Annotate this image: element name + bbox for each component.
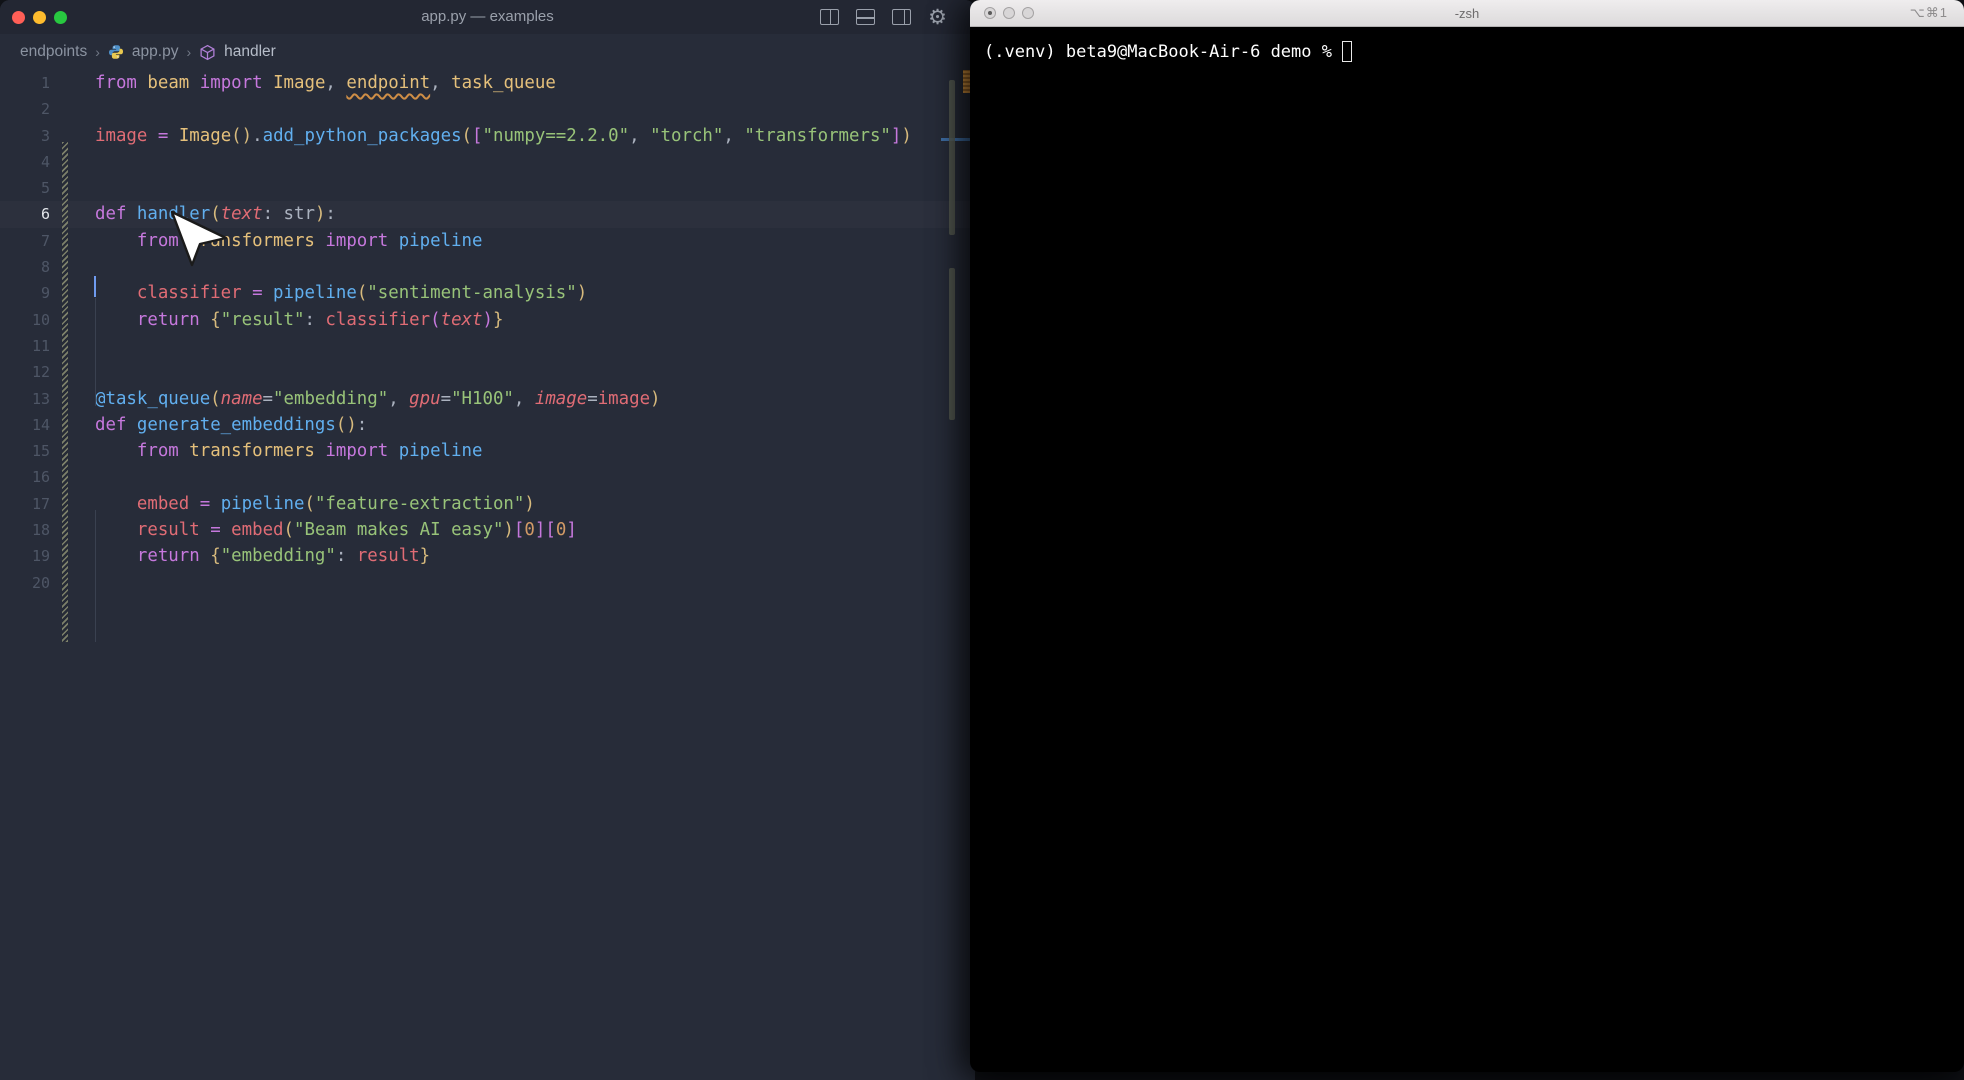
terminal-body[interactable]: (.venv) beta9@MacBook-Air-6 demo % [970,27,1964,62]
code-line-content: from transformers import pipeline [95,228,482,254]
overview-ruler-cursor-tick [941,138,973,141]
code-line[interactable]: 16 [0,464,975,490]
code-line-content: return {"result": classifier(text)} [95,307,503,333]
line-number: 10 [0,307,50,333]
terminal-titlebar[interactable]: -zsh ⌥⌘1 [970,0,1964,27]
scrollbar-decoration[interactable] [949,80,955,235]
editor-titlebar[interactable]: app.py — examples ⚙ [0,0,975,34]
code-line[interactable]: 6 def handler(text: str): [0,201,975,227]
settings-gear-icon[interactable]: ⚙ [928,7,947,28]
breadcrumb: endpoints › app.py › handler [0,34,975,70]
terminal-title: -zsh [970,6,1964,21]
line-number: 16 [0,464,50,490]
split-rows-icon[interactable] [856,9,875,25]
line-number: 11 [0,333,50,359]
desktop: app.py — examples ⚙ endpoints › app.py › [0,0,1964,1080]
split-right-icon[interactable] [892,9,911,25]
chevron-right-icon: › [186,44,191,60]
code-line-content: classifier = pipeline("sentiment-analysi… [95,280,587,306]
terminal-window: -zsh ⌥⌘1 (.venv) beta9@MacBook-Air-6 dem… [970,0,1964,1072]
code-line[interactable]: 19 return {"embedding": result} [0,543,975,569]
text-caret [94,276,96,297]
code-line[interactable]: 7 from transformers import pipeline [0,228,975,254]
line-number: 18 [0,517,50,543]
code-line-content: def handler(text: str): [95,201,336,227]
breadcrumb-item-symbol[interactable]: handler [224,43,276,61]
code-line[interactable]: 17 embed = pipeline("feature-extraction"… [0,491,975,517]
shell-prompt-text: (.venv) beta9@MacBook-Air-6 demo % [984,42,1332,62]
code-line-content: from transformers import pipeline [95,438,482,464]
code-line-content: @task_queue(name="embedding", gpu="H100"… [95,386,661,412]
code-line-content: def generate_embeddings(): [95,412,367,438]
line-number: 2 [0,96,50,122]
line-number: 5 [0,175,50,201]
code-line[interactable]: 15 from transformers import pipeline [0,438,975,464]
editor-titlebar-actions: ⚙ [820,0,947,34]
line-number: 15 [0,438,50,464]
breadcrumb-item-endpoints[interactable]: endpoints [20,43,87,61]
line-number: 12 [0,359,50,385]
line-number: 3 [0,123,50,149]
code-line[interactable]: 12 [0,359,975,385]
line-number: 6 [0,201,50,227]
line-number: 19 [0,543,50,569]
code-line[interactable]: 5 [0,175,975,201]
line-number: 14 [0,412,50,438]
breadcrumb-item-filename[interactable]: app.py [132,43,179,61]
code-line[interactable]: 10 return {"result": classifier(text)} [0,307,975,333]
code-line-content: return {"embedding": result} [95,543,430,569]
line-number: 8 [0,254,50,280]
code-line[interactable]: 14 def generate_embeddings(): [0,412,975,438]
code-line[interactable]: 13 @task_queue(name="embedding", gpu="H10… [0,386,975,412]
code-line[interactable]: 18 result = embed("Beam makes AI easy")[… [0,517,975,543]
chevron-right-icon: › [95,44,100,60]
code-line[interactable]: 9 classifier = pipeline("sentiment-analy… [0,280,975,306]
code-line[interactable]: 3 image = Image().add_python_packages(["n… [0,123,975,149]
line-number: 7 [0,228,50,254]
code-line-content: image = Image().add_python_packages(["nu… [95,123,912,149]
editor-window: app.py — examples ⚙ endpoints › app.py › [0,0,975,1080]
line-number: 1 [0,70,50,96]
line-number: 20 [0,570,50,596]
indent-guide [95,298,96,406]
code-line-content: result = embed("Beam makes AI easy")[0][… [95,517,577,543]
line-number: 17 [0,491,50,517]
code-line[interactable]: 11 [0,333,975,359]
code-editor[interactable]: 1 from beam import Image, endpoint, task_… [0,70,975,596]
line-number: 13 [0,386,50,412]
terminal-cursor [1342,41,1352,62]
code-line[interactable]: 8 [0,254,975,280]
scrollbar-decoration[interactable] [949,268,955,420]
line-number: 9 [0,280,50,306]
indent-guide [95,510,96,642]
code-line-content: from beam import Image, endpoint, task_q… [95,70,556,96]
code-line[interactable]: 2 [0,96,975,122]
code-line[interactable]: 1 from beam import Image, endpoint, task_… [0,70,975,96]
code-line-content: embed = pipeline("feature-extraction") [95,491,535,517]
split-columns-icon[interactable] [820,9,839,25]
terminal-tab-shortcut: ⌥⌘1 [1910,5,1948,21]
code-line[interactable]: 4 [0,149,975,175]
python-icon [108,44,124,60]
code-line[interactable]: 20 [0,570,975,596]
shell-prompt: (.venv) beta9@MacBook-Air-6 demo % [984,41,1964,62]
symbol-method-cube-icon [199,44,216,61]
line-number: 4 [0,149,50,175]
